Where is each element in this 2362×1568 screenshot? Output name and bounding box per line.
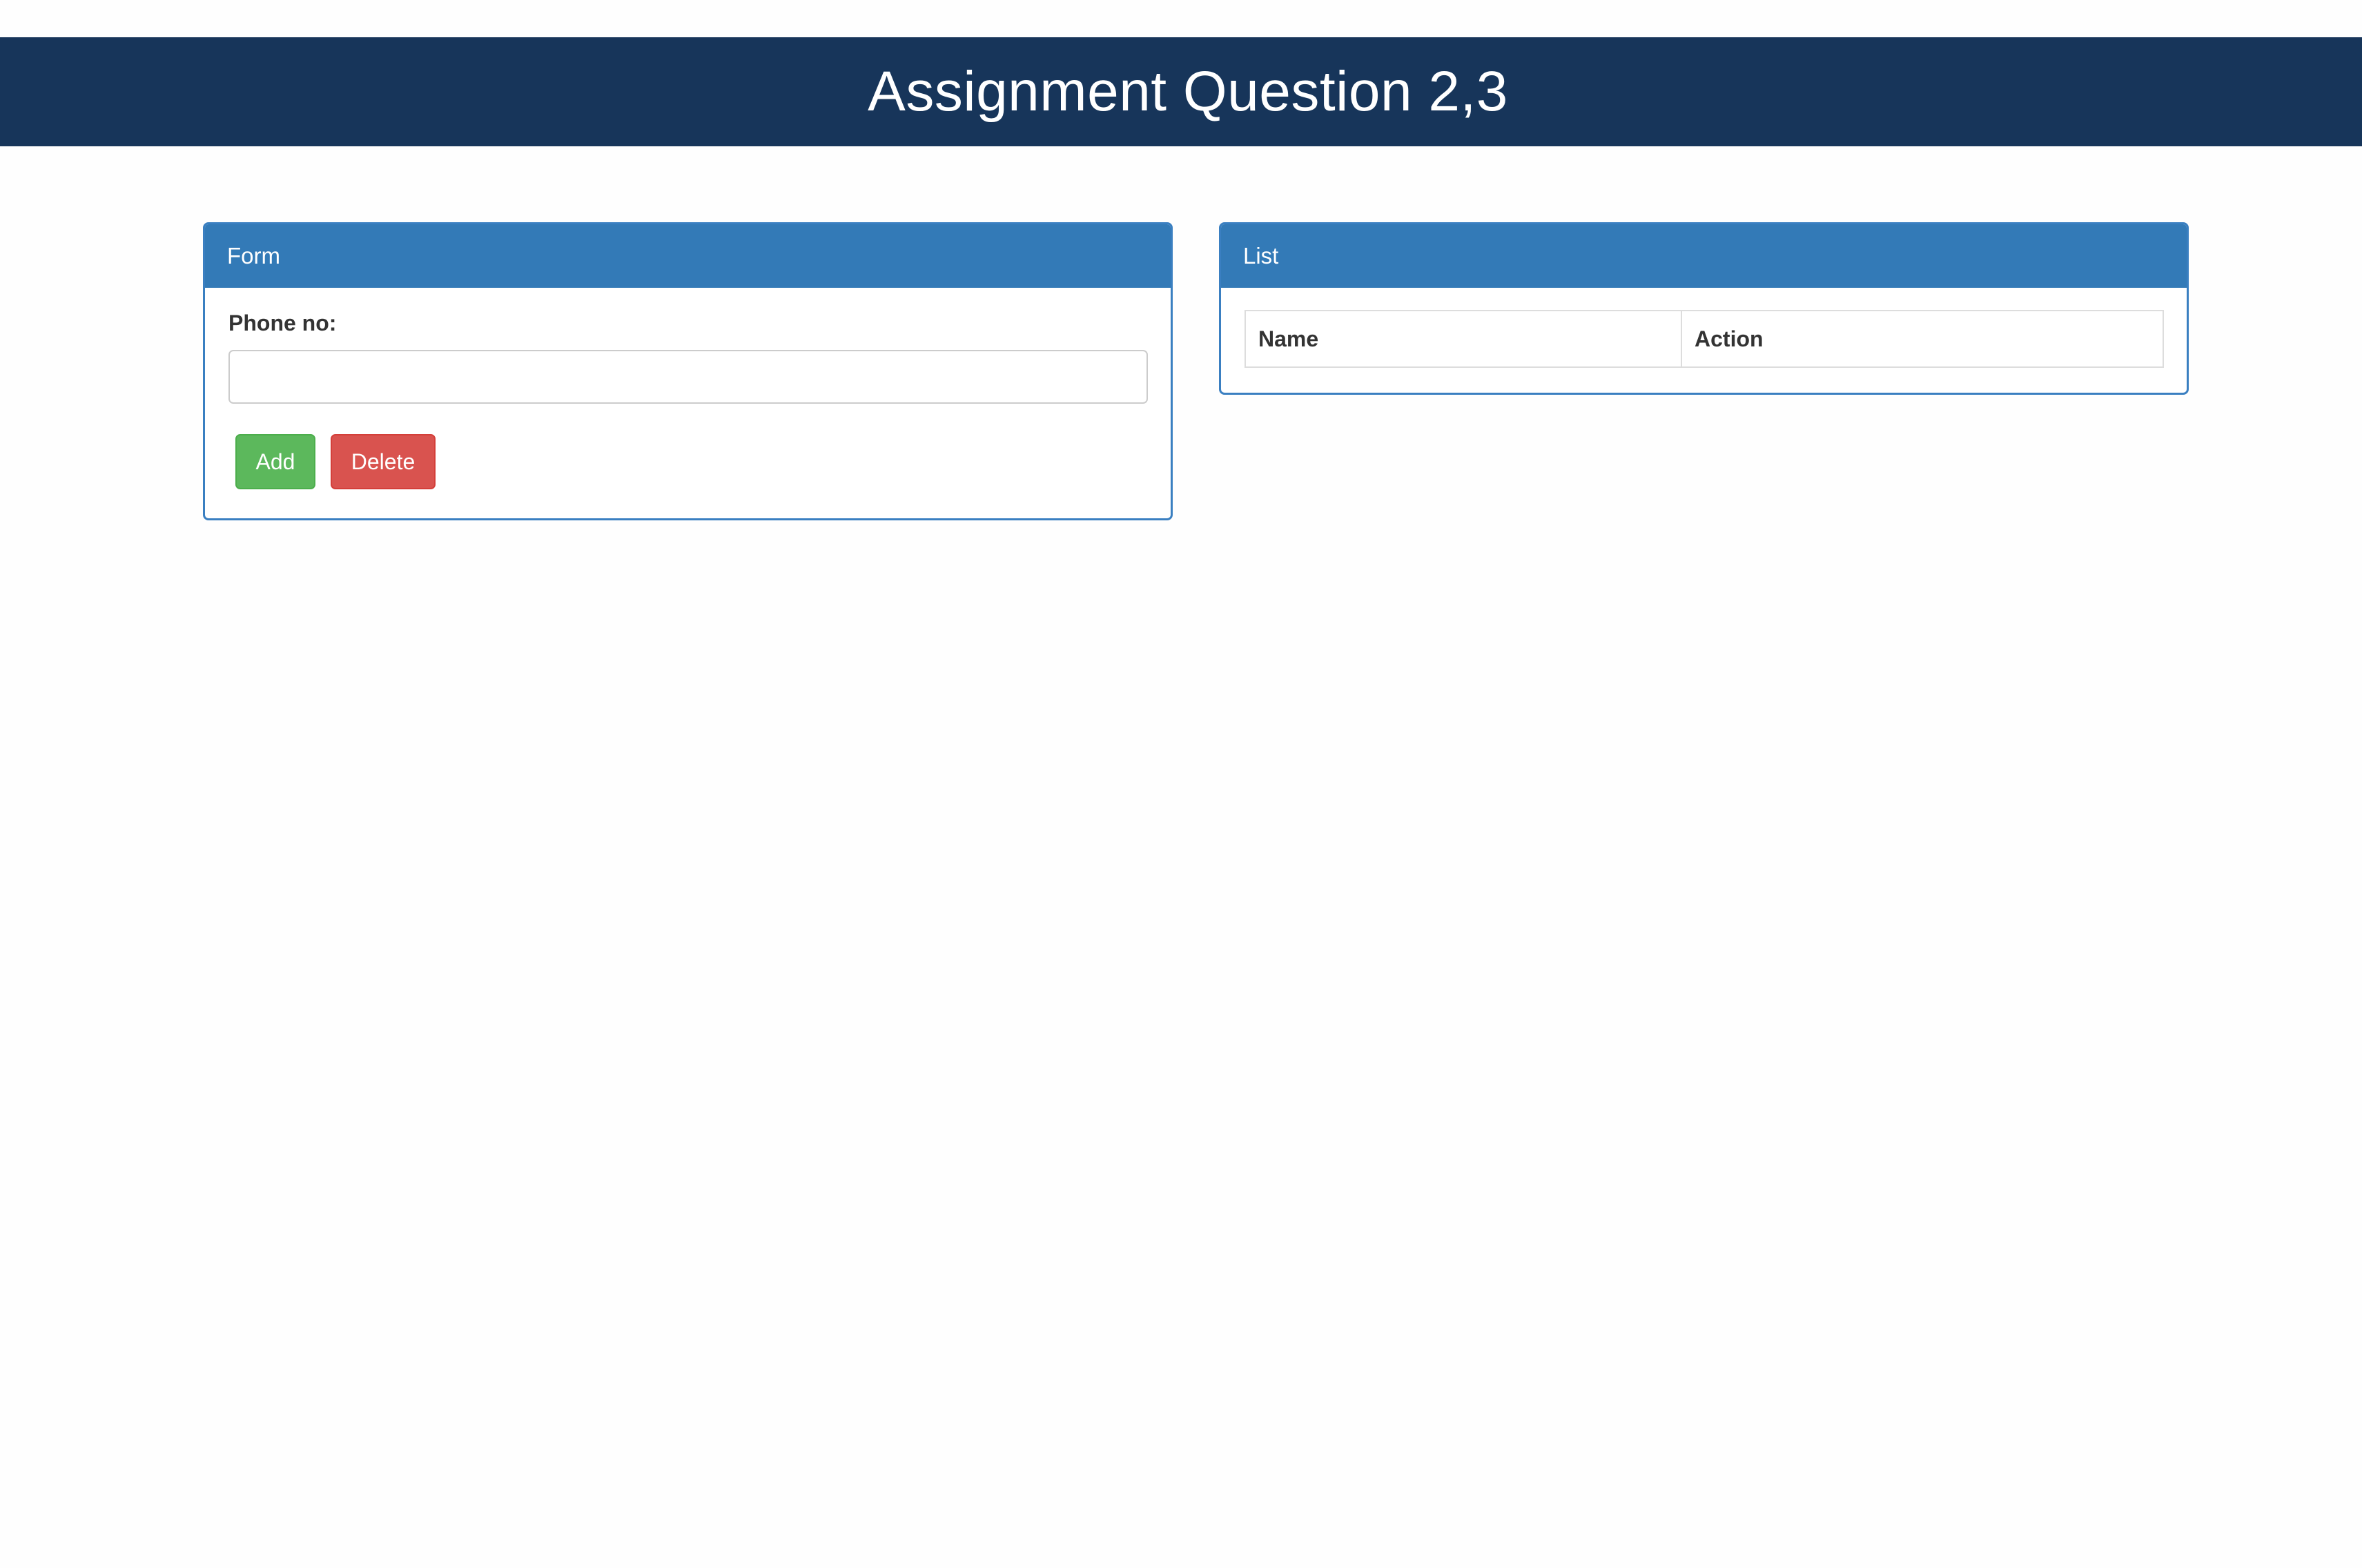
list-panel-heading: List (1221, 224, 2187, 288)
form-panel-heading: Form (205, 224, 1171, 288)
add-button[interactable]: Add (235, 434, 315, 489)
column-header-name: Name (1245, 310, 1682, 368)
table-header-row: Name Action (1245, 310, 2164, 368)
list-body: Name Action (1221, 310, 2187, 368)
form-actions: Add Delete (235, 434, 1147, 489)
form-panel: Form Phone no: Add Delete (203, 222, 1173, 520)
page-title: Assignment Question 2,3 (868, 60, 1508, 123)
list-table: Name Action (1245, 310, 2164, 368)
form-body: Phone no: Add Delete (205, 311, 1171, 489)
list-panel: List Name Action (1219, 222, 2189, 395)
page-header: Assignment Question 2,3 (0, 37, 2362, 146)
delete-button[interactable]: Delete (331, 434, 436, 489)
column-header-action: Action (1681, 310, 2164, 368)
phone-label: Phone no: (228, 311, 337, 335)
phone-input[interactable] (228, 350, 1148, 404)
